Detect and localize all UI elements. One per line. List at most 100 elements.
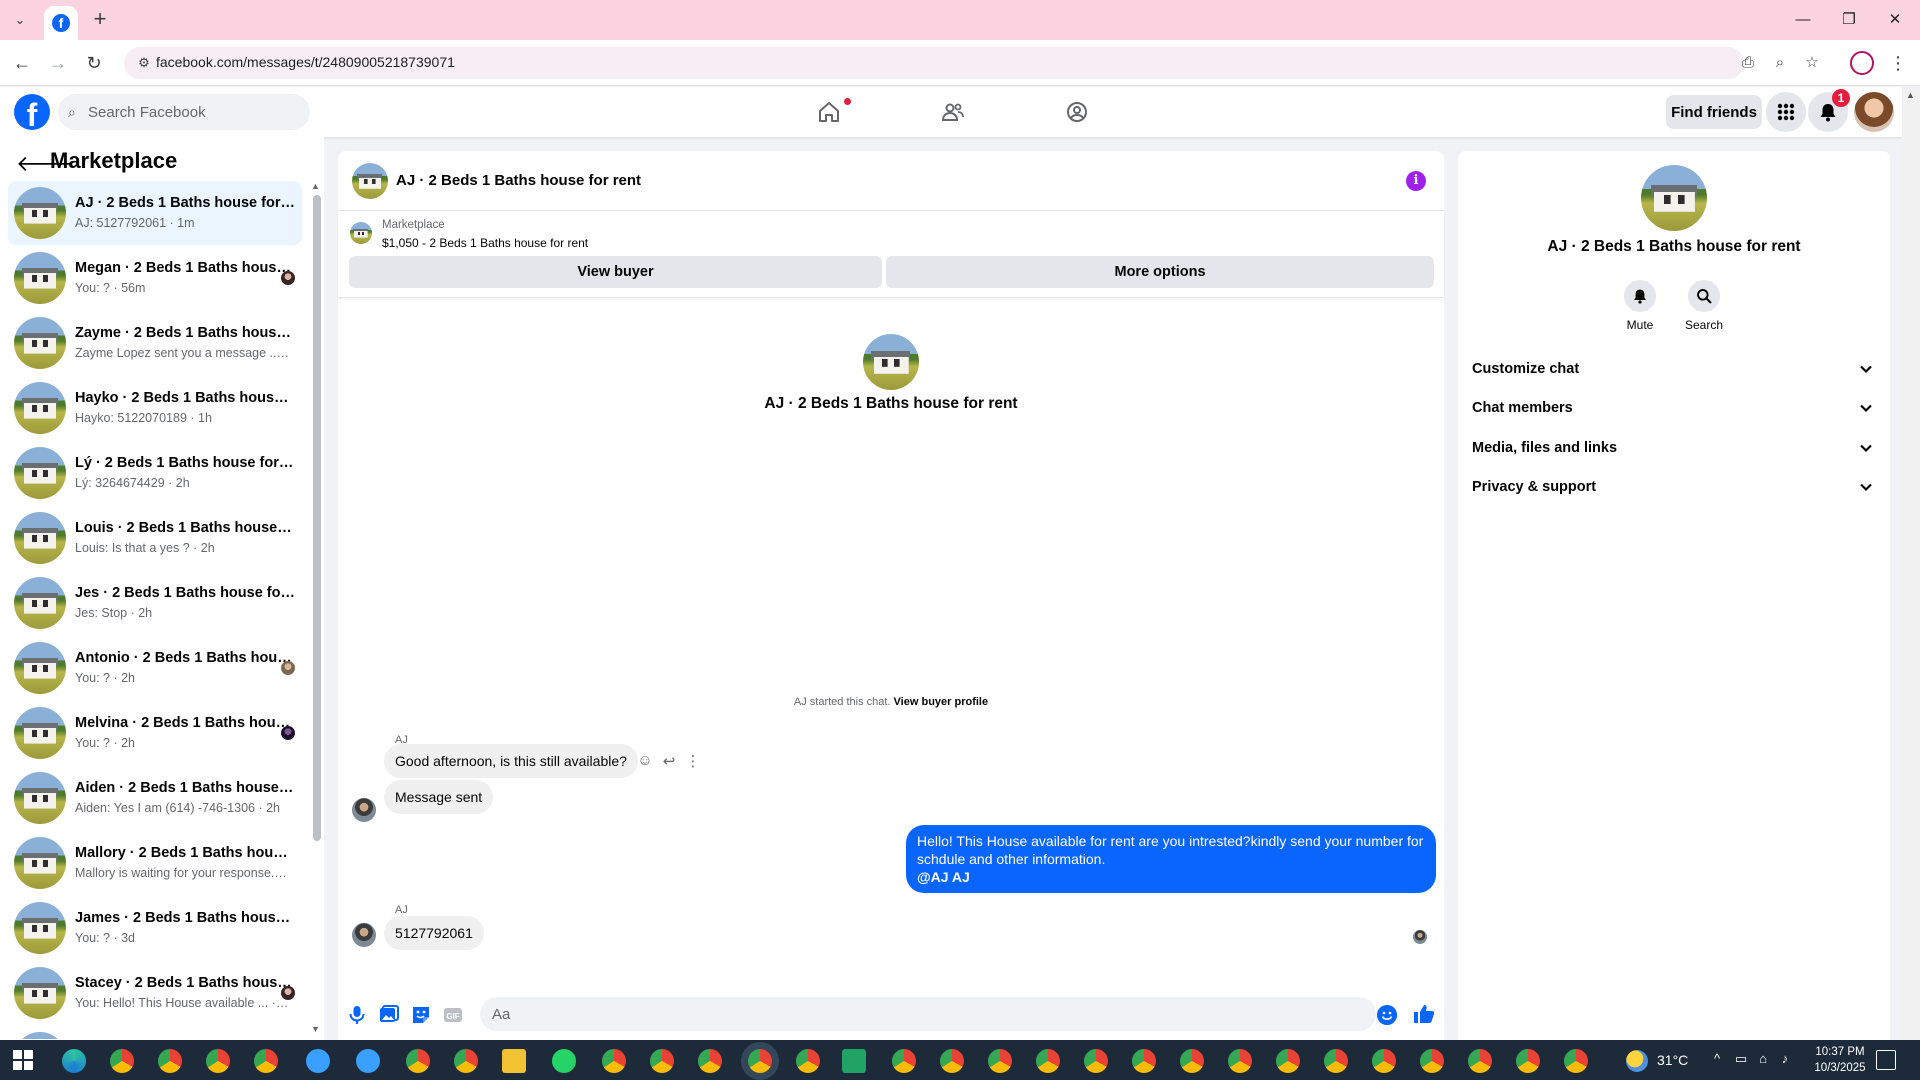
chrome-icon[interactable] [1420,1049,1444,1073]
listing-thumbnail[interactable] [350,222,372,244]
conversation-item[interactable]: Zayme · 2 Beds 1 Baths house fo... Zayme… [8,311,302,375]
scroll-up-icon[interactable]: ▲ [311,181,320,191]
chrome-icon[interactable] [940,1049,964,1073]
chrome-icon[interactable] [1372,1049,1396,1073]
chrome-icon[interactable] [1324,1049,1348,1073]
customize-chat-row[interactable]: Customize chat [1458,349,1890,389]
whatsapp-icon[interactable] [552,1049,576,1073]
windows-start-icon[interactable] [13,1050,33,1070]
nav-friends[interactable] [898,87,1008,137]
zoom-icon[interactable]: ⌕ [1770,53,1790,73]
volume-icon[interactable]: ♪ [1776,1051,1794,1066]
chrome-icon[interactable] [1468,1049,1492,1073]
chrome-icon[interactable] [1516,1049,1540,1073]
tab-facebook[interactable]: f [44,6,78,40]
notification-center-icon[interactable] [1876,1050,1896,1070]
conversation-item[interactable]: Mallory · 2 Beds 1 Baths house f... Mall… [8,831,302,895]
react-emoji-icon[interactable]: ☺ [635,752,655,769]
scroll-down-icon[interactable]: ▼ [311,1024,320,1034]
temperature[interactable]: 31°C [1657,1052,1688,1068]
message-input[interactable] [480,997,1376,1031]
forward-arrow-icon[interactable]: → [46,51,70,75]
chrome-icon[interactable] [698,1049,722,1073]
conversation-item[interactable]: Antonio · 2 Beds 1 Baths hous... You: ? … [8,636,302,700]
chrome-icon[interactable] [1228,1049,1252,1073]
nav-gaming[interactable] [1022,87,1132,137]
mute-button[interactable]: Mute [1610,280,1670,334]
sender-avatar[interactable] [352,923,376,947]
sticker-icon[interactable] [410,1004,432,1026]
chrome-icon[interactable] [454,1049,478,1073]
media-files-links-row[interactable]: Media, files and links [1458,428,1890,468]
microphone-icon[interactable] [346,1004,368,1026]
incoming-message[interactable]: Message sent [384,780,494,814]
sender-avatar[interactable] [352,798,376,822]
app-icon[interactable] [306,1049,330,1073]
search-circle[interactable] [1688,280,1720,312]
chrome-icon[interactable] [1084,1049,1108,1073]
mute-circle[interactable] [1624,280,1656,312]
conversation-item[interactable]: Melvina · 2 Beds 1 Baths hous... You: ? … [8,701,302,765]
gif-icon[interactable]: GIF [442,1004,464,1026]
install-app-icon[interactable]: ⎙ [1738,53,1758,73]
restore-icon[interactable]: ❐ [1826,0,1872,40]
facebook-search-input[interactable] [88,94,302,130]
page-scrollbar[interactable]: ▲ [1902,87,1920,1040]
address-bar[interactable]: ⚙ facebook.com/messages/t/24809005218739… [124,47,1819,79]
conversation-scrollbar[interactable]: ▲ ▼ [310,181,322,1037]
site-settings-icon[interactable]: ⚙ [134,53,154,73]
network-icon[interactable]: ⌂ [1754,1051,1772,1066]
chrome-icon[interactable] [1564,1049,1588,1073]
facebook-search[interactable]: ⌕ [58,94,310,130]
incoming-message[interactable]: Good afternoon, is this still available? [384,744,638,778]
listing-price[interactable]: $1,050 - 2 Beds 1 Baths house for rent [382,236,588,250]
conversation-info-icon[interactable]: i [1406,171,1426,191]
back-arrow-icon[interactable]: ← [10,51,34,75]
thumbs-up-icon[interactable] [1412,1002,1436,1026]
find-friends-button[interactable]: Find friends [1666,95,1762,129]
conversation-item[interactable]: Megan · 2 Beds 1 Baths house... You: ? ·… [8,246,302,310]
meet-now-icon[interactable]: ▭ [1732,1051,1750,1067]
photo-icon[interactable] [378,1004,400,1026]
chrome-icon[interactable] [206,1049,230,1073]
chrome-icon[interactable] [406,1049,430,1073]
chrome-icon[interactable] [1036,1049,1060,1073]
weather-icon[interactable] [1626,1050,1648,1072]
browser-menu-icon[interactable]: ⋮ [1886,51,1910,75]
chrome-icon[interactable] [988,1049,1012,1073]
bookmark-star-icon[interactable]: ☆ [1802,53,1822,73]
new-tab-icon[interactable]: + [88,8,112,32]
account-avatar[interactable] [1854,92,1894,132]
menu-button[interactable] [1766,92,1806,132]
chrome-icon[interactable] [602,1049,626,1073]
conversation-item[interactable]: James · 2 Beds 1 Baths house for... You:… [8,896,302,960]
nav-home[interactable] [774,87,884,137]
tray-chevron-up-icon[interactable]: ^ [1708,1051,1726,1066]
chrome-icon[interactable] [796,1049,820,1073]
conversation-item[interactable]: Stacey · 2 Beds 1 Baths house ... You: H… [8,961,302,1025]
chrome-icon[interactable] [892,1049,916,1073]
conversation-item[interactable]: Hayko · 2 Beds 1 Baths house fo... Hayko… [8,376,302,440]
conversation-item[interactable]: AJ · 2 Beds 1 Baths house for rent AJ: 5… [8,181,302,245]
mention-tag[interactable]: @AJ AJ [917,868,1425,886]
chrome-active-icon[interactable] [748,1049,772,1073]
chat-avatar[interactable] [352,163,388,199]
privacy-support-row[interactable]: Privacy & support [1458,467,1890,507]
chat-title[interactable]: AJ · 2 Beds 1 Baths house for rent [396,172,641,189]
browser-profile-icon[interactable] [1850,51,1874,75]
view-buyer-profile-link[interactable]: View buyer profile [894,696,989,708]
incoming-message[interactable]: 5127792061 [384,916,484,950]
chrome-icon[interactable] [254,1049,278,1073]
scrollbar-thumb[interactable] [313,195,321,841]
tab-search-icon[interactable]: ⌄ [8,8,32,32]
file-explorer-icon[interactable] [502,1049,526,1073]
spreadsheet-icon[interactable] [842,1049,866,1073]
conversation-item[interactable] [8,1026,302,1039]
back-arrow-icon[interactable]: 🡐 [16,151,75,177]
conversation-item[interactable]: Lý · 2 Beds 1 Baths house for rent Lý: 3… [8,441,302,505]
chrome-icon[interactable] [158,1049,182,1073]
facebook-logo-icon[interactable]: f [14,94,50,130]
outgoing-message[interactable]: Hello! This House available for rent are… [906,825,1436,893]
conversation-item[interactable]: Louis · 2 Beds 1 Baths house for ... Lou… [8,506,302,570]
reload-icon[interactable]: ↻ [82,51,106,75]
